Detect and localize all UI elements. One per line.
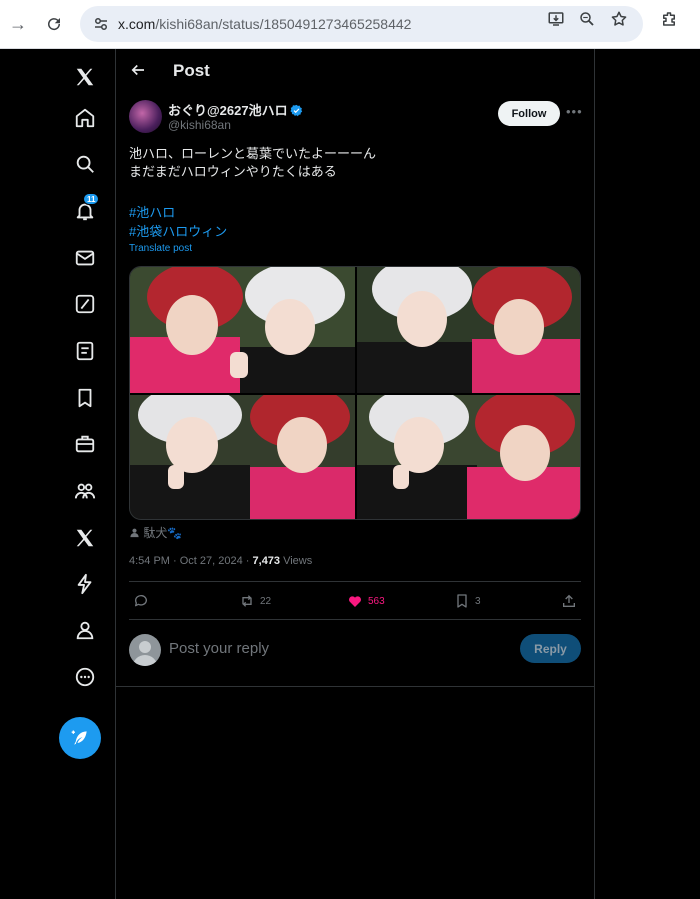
- reply-input[interactable]: Post your reply: [169, 640, 269, 657]
- x-logo-icon[interactable]: [63, 55, 107, 99]
- bookmark-count: 3: [475, 595, 481, 607]
- explore-search-icon[interactable]: [63, 142, 107, 186]
- post-header: Post: [116, 49, 594, 93]
- like-count: 563: [368, 595, 385, 607]
- left-navigation: 11: [55, 49, 115, 899]
- grok-icon[interactable]: [63, 282, 107, 326]
- photo-gallery: [129, 266, 581, 520]
- bookmark-star-icon[interactable]: [608, 8, 630, 30]
- hashtag-link[interactable]: #池袋ハロウィン: [129, 221, 227, 240]
- messages-envelope-icon[interactable]: [63, 236, 107, 280]
- heart-icon: [349, 596, 361, 607]
- like-action[interactable]: 563: [347, 592, 385, 610]
- forward-icon[interactable]: →: [5, 11, 31, 37]
- divider: [129, 619, 581, 620]
- post-photo-4[interactable]: [357, 395, 580, 519]
- more-circle-icon[interactable]: [63, 655, 107, 699]
- more-options-icon[interactable]: •••: [566, 104, 583, 119]
- compose-post-button[interactable]: [59, 717, 101, 759]
- share-icon: [563, 594, 575, 607]
- author-avatar[interactable]: [129, 100, 162, 133]
- author-name[interactable]: おぐり@2627池ハロ: [168, 100, 303, 119]
- bookmark-action[interactable]: 3: [454, 592, 481, 610]
- reply-button[interactable]: Reply: [520, 634, 581, 663]
- post-photo-2[interactable]: [357, 267, 580, 393]
- site-info-icon[interactable]: [92, 15, 110, 33]
- reply-bubble-icon: [134, 595, 147, 607]
- extensions-icon[interactable]: [658, 8, 680, 30]
- follow-button[interactable]: Follow: [498, 101, 560, 126]
- communities-icon[interactable]: [63, 469, 107, 513]
- premium-x-icon[interactable]: [63, 516, 107, 560]
- reply-action[interactable]: [133, 592, 149, 610]
- home-icon[interactable]: [63, 96, 107, 140]
- verified-badge-icon: [290, 104, 302, 117]
- notifications-badge: 11: [83, 193, 100, 205]
- translate-post-link[interactable]: Translate post: [129, 243, 192, 254]
- retweet-count: 22: [260, 595, 272, 607]
- bookmark-icon: [457, 594, 467, 608]
- hashtag-link[interactable]: #池ハロ: [129, 202, 175, 221]
- bookmarks-icon[interactable]: [63, 376, 107, 420]
- post-photo-3[interactable]: [130, 395, 355, 519]
- reload-icon[interactable]: [41, 11, 67, 37]
- author-handle[interactable]: @kishi68an: [168, 118, 231, 132]
- divider: [116, 686, 594, 687]
- retweet-icon: [242, 595, 252, 607]
- share-action[interactable]: [561, 592, 577, 610]
- photo-credit[interactable]: 駄犬🐾: [129, 524, 182, 541]
- photo-credit-name: 駄犬🐾: [143, 526, 183, 540]
- jobs-briefcase-icon[interactable]: [63, 422, 107, 466]
- back-arrow-icon[interactable]: [129, 61, 147, 84]
- verified-orgs-lightning-icon[interactable]: [63, 562, 107, 606]
- notifications-bell-icon[interactable]: 11: [63, 189, 107, 233]
- lists-icon[interactable]: [63, 329, 107, 373]
- user-avatar[interactable]: [129, 634, 161, 666]
- install-app-icon[interactable]: [545, 8, 567, 30]
- url-text: x.com/kishi68an/status/18504912734652584…: [118, 16, 412, 32]
- post-timestamp: 4:54 PM · Oct 27, 2024 · 7,473 Views: [129, 555, 313, 567]
- profile-icon[interactable]: [63, 608, 107, 652]
- browser-toolbar: → x.com/kishi68an/status/185049127346525…: [0, 0, 700, 49]
- divider: [129, 581, 581, 582]
- feather-icon: [71, 730, 87, 745]
- post-photo-1[interactable]: [130, 267, 355, 393]
- post-detail-column: Post おぐり@2627池ハロ @kishi68an Follow ••• 池…: [115, 49, 595, 899]
- retweet-action[interactable]: 22: [239, 592, 271, 610]
- page-title: Post: [173, 61, 210, 80]
- zoom-icon[interactable]: [576, 8, 598, 30]
- post-text: 池ハロ、ローレンと葛葉でいたよーーーん まだまだハロウィンやりたくはある: [129, 146, 377, 179]
- person-icon: [130, 528, 139, 538]
